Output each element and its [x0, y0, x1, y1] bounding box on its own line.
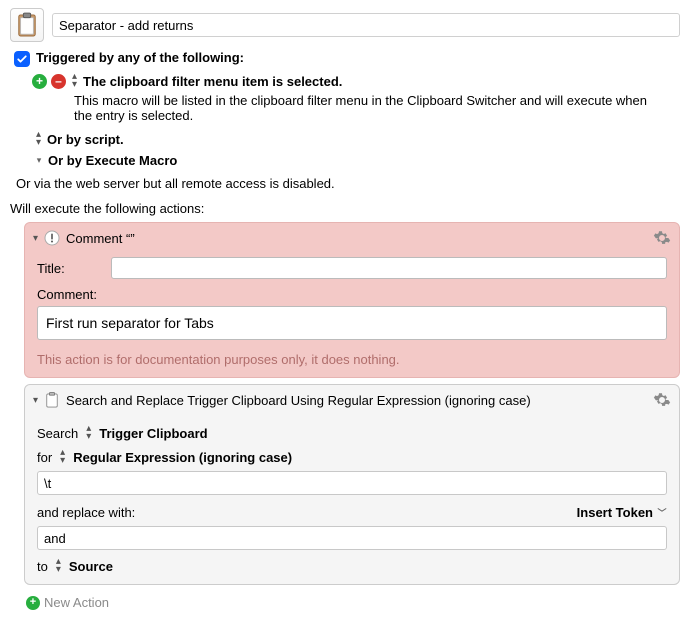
or-by-execute-macro: Or by Execute Macro — [48, 153, 177, 168]
sr-search-target[interactable]: Trigger Clipboard — [99, 426, 207, 441]
new-action-label: New Action — [44, 595, 109, 610]
execute-macro-disclosure[interactable]: ▾ — [34, 155, 44, 166]
sr-search-target-stepper[interactable]: ▴▾ — [86, 425, 91, 441]
macro-icon[interactable] — [10, 8, 44, 42]
triggers-heading: Triggered by any of the following: — [36, 50, 244, 65]
triggers-enabled-checkbox[interactable] — [14, 51, 30, 67]
sr-to-label: to — [37, 559, 48, 574]
sr-for-mode[interactable]: Regular Expression (ignoring case) — [73, 450, 292, 465]
sr-gear-icon[interactable] — [653, 391, 671, 409]
comment-disclosure[interactable]: ▾ — [33, 233, 38, 244]
warning-icon — [44, 230, 60, 246]
sr-disclosure[interactable]: ▾ — [33, 395, 38, 406]
new-action-button[interactable]: + New Action — [26, 595, 680, 610]
or-script-stepper[interactable]: ▴▾ — [36, 131, 41, 147]
sr-replace-value-input[interactable] — [37, 526, 667, 550]
comment-title-input[interactable] — [111, 257, 667, 279]
add-trigger-button[interactable]: + — [32, 74, 47, 89]
comment-header-text: Comment “” — [66, 231, 135, 246]
macro-name-field[interactable] — [52, 13, 680, 37]
or-web-server-text: Or via the web server but all remote acc… — [16, 176, 680, 191]
or-by-script: Or by script. — [47, 132, 124, 147]
insert-token-label: Insert Token — [577, 505, 653, 520]
comment-body-input[interactable] — [37, 306, 667, 340]
trigger-text: The clipboard filter menu item is select… — [83, 74, 342, 89]
action-search-replace-card: ▾ Search and Replace Trigger Clipboard U… — [24, 384, 680, 585]
actions-heading: Will execute the following actions: — [10, 201, 680, 216]
sr-search-label: Search — [37, 426, 78, 441]
insert-token-button[interactable]: Insert Token ﹀ — [577, 505, 667, 520]
comment-gear-icon[interactable] — [653, 229, 671, 247]
action-comment-card: ▾ Comment “” Title: Comment: This action… — [24, 222, 680, 378]
sr-for-label: for — [37, 450, 52, 465]
sr-to-target[interactable]: Source — [69, 559, 113, 574]
sr-replace-label: and replace with: — [37, 505, 135, 520]
comment-hint: This action is for documentation purpose… — [25, 348, 679, 377]
comment-body-label: Comment: — [37, 287, 97, 302]
chevron-down-icon: ﹀ — [657, 506, 667, 519]
clipboard-icon — [44, 392, 60, 408]
trigger-description: This macro will be listed in the clipboa… — [74, 93, 664, 123]
plus-icon: + — [26, 596, 40, 610]
remove-trigger-button[interactable]: – — [51, 74, 66, 89]
sr-header-text: Search and Replace Trigger Clipboard Usi… — [66, 393, 531, 408]
comment-title-label: Title: — [37, 261, 103, 276]
trigger-type-stepper[interactable]: ▴▾ — [72, 73, 77, 89]
sr-for-mode-stepper[interactable]: ▴▾ — [60, 449, 65, 465]
sr-to-target-stepper[interactable]: ▴▾ — [56, 558, 61, 574]
sr-search-value-input[interactable] — [37, 471, 667, 495]
